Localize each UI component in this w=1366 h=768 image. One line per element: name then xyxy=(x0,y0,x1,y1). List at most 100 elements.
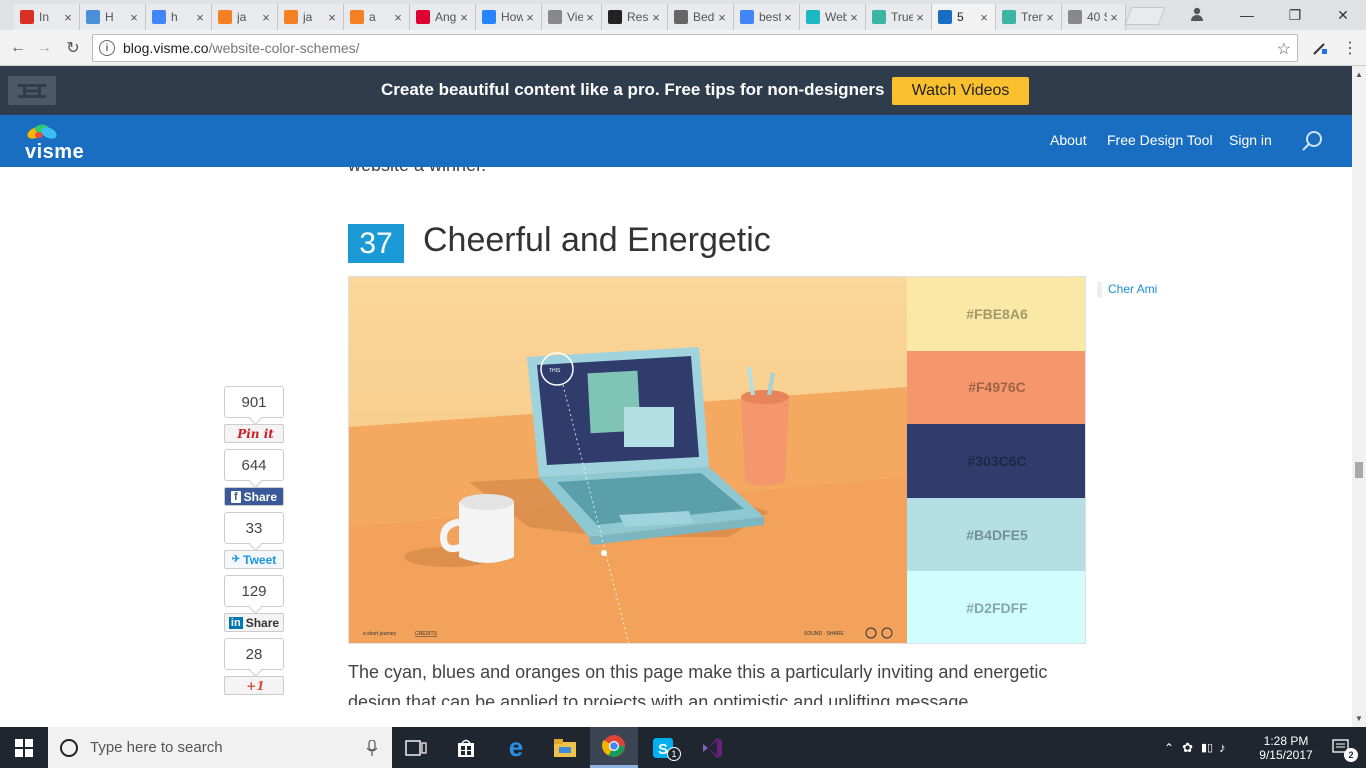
share-button[interactable]: in Share xyxy=(224,613,284,632)
tab-strip: — ❐ ✕ In×H×h×ja×ja×a×Angu×How×View×Resp×… xyxy=(0,0,1366,30)
source-credit-link[interactable]: Cher Ami xyxy=(1097,282,1157,298)
scroll-up-icon[interactable]: ▲ xyxy=(1355,70,1363,79)
task-view-icon[interactable] xyxy=(392,727,440,768)
scroll-thumb[interactable] xyxy=(1355,462,1363,478)
page-scrollbar[interactable]: ▲ ▼ xyxy=(1352,66,1366,727)
watch-videos-button[interactable]: Watch Videos xyxy=(892,77,1029,105)
restore-icon[interactable]: ❐ xyxy=(1272,0,1318,30)
browser-tab[interactable]: ja × xyxy=(278,4,344,30)
tray-chevron-up-icon[interactable]: ⌃ xyxy=(1164,741,1174,755)
tab-close-icon[interactable]: × xyxy=(649,10,663,25)
color-swatch: #FBE8A6 xyxy=(907,277,1085,351)
windows-start-icon[interactable] xyxy=(0,727,48,768)
stackoverflow-icon xyxy=(284,10,298,24)
tab-close-icon[interactable]: × xyxy=(127,10,141,25)
stackoverflow-icon xyxy=(350,10,364,24)
scene-credits-link[interactable]: CREDITS xyxy=(415,631,438,637)
promo-text: Create beautiful content like a pro. Fre… xyxy=(381,80,885,99)
new-tab-button[interactable] xyxy=(1124,7,1166,25)
browser-tab[interactable]: best × xyxy=(734,4,800,30)
tab-close-icon[interactable]: × xyxy=(391,10,405,25)
volume-icon[interactable]: ♪ xyxy=(1219,740,1226,755)
share-sidebar: 901 Pin it 644 f Share 33 ✈ Tweet 129 in Share 28 +1 xyxy=(224,386,284,701)
file-explorer-icon[interactable] xyxy=(541,727,589,768)
share-count: 644 xyxy=(224,449,284,481)
microphone-icon[interactable] xyxy=(366,740,378,756)
back-icon[interactable]: ← xyxy=(6,36,30,60)
browser-tab[interactable]: h × xyxy=(146,4,212,30)
linkedin-icon: in xyxy=(228,616,243,629)
tab-close-icon[interactable]: × xyxy=(259,10,273,25)
notification-center-icon[interactable]: 2 xyxy=(1318,727,1366,768)
search-icon[interactable] xyxy=(1300,129,1324,153)
notification-count: 2 xyxy=(1344,748,1358,762)
nav-sign-in[interactable]: Sign in xyxy=(1229,132,1272,148)
visual-studio-icon[interactable] xyxy=(688,727,736,768)
tab-close-icon[interactable]: × xyxy=(457,10,471,25)
c-icon xyxy=(806,10,820,24)
tab-close-icon[interactable]: × xyxy=(977,10,991,25)
browser-tab[interactable]: 5 × xyxy=(932,4,996,30)
stackoverflow-icon xyxy=(218,10,232,24)
edge-icon[interactable]: e xyxy=(492,727,540,768)
browser-tab[interactable]: True × xyxy=(866,4,932,30)
tab-close-icon[interactable]: × xyxy=(325,10,339,25)
tab-label: H xyxy=(105,10,114,24)
share-button[interactable]: Pin it xyxy=(224,424,284,443)
browser-tab[interactable]: View× xyxy=(542,4,602,30)
browser-tab[interactable]: Angu× xyxy=(410,4,476,30)
promo-logo-icon[interactable] xyxy=(8,76,56,105)
tab-label: How xyxy=(501,10,523,24)
tab-close-icon[interactable]: × xyxy=(61,10,75,25)
info-icon[interactable]: i xyxy=(99,40,115,56)
chrome-taskbar-icon[interactable] xyxy=(590,727,638,768)
nav-about[interactable]: About xyxy=(1050,132,1087,148)
tab-close-icon[interactable]: × xyxy=(583,10,597,25)
share-button[interactable]: ✈ Tweet xyxy=(224,550,284,569)
share-button-label: Share xyxy=(243,489,278,504)
browser-tab[interactable]: In × xyxy=(14,4,80,30)
clock[interactable]: 1:28 PM 9/15/2017 xyxy=(1256,727,1316,768)
browser-tab[interactable]: Web× xyxy=(800,4,866,30)
tab-label: 40 St xyxy=(1087,10,1107,24)
bookmark-star-icon[interactable]: ☆ xyxy=(1277,39,1291,59)
github-icon xyxy=(608,10,622,24)
close-window-icon[interactable]: ✕ xyxy=(1320,0,1366,30)
tab-close-icon[interactable]: × xyxy=(1043,10,1057,25)
browser-tab[interactable]: Resp× xyxy=(602,4,668,30)
browser-tab[interactable]: H × xyxy=(80,4,146,30)
wifi-icon[interactable]: ✿ xyxy=(1182,740,1193,756)
tab-close-icon[interactable]: × xyxy=(193,10,207,25)
tab-close-icon[interactable]: × xyxy=(913,10,927,25)
menu-icon[interactable]: ⋮ xyxy=(1338,36,1362,60)
minimize-icon[interactable]: — xyxy=(1224,0,1270,30)
scroll-down-icon[interactable]: ▼ xyxy=(1355,714,1363,723)
tab-close-icon[interactable]: × xyxy=(1107,10,1121,25)
profile-icon[interactable] xyxy=(1186,5,1208,23)
store-icon[interactable] xyxy=(442,727,490,768)
atlassian-icon xyxy=(482,10,496,24)
share-button[interactable]: f Share xyxy=(224,487,284,506)
browser-tab[interactable]: Trenc× xyxy=(996,4,1062,30)
tab-close-icon[interactable]: × xyxy=(781,10,795,25)
browser-tab[interactable]: Bedf× xyxy=(668,4,734,30)
taskbar-search-box[interactable]: Type here to search xyxy=(48,727,392,768)
forward-icon[interactable]: → xyxy=(32,36,56,60)
tab-close-icon[interactable]: × xyxy=(715,10,729,25)
browser-tab[interactable]: a × xyxy=(344,4,410,30)
url-path: /website-color-schemes/ xyxy=(208,40,360,56)
nav-free-design-tool[interactable]: Free Design Tool xyxy=(1107,132,1213,148)
tab-close-icon[interactable]: × xyxy=(847,10,861,25)
reload-icon[interactable]: ↻ xyxy=(61,36,85,60)
address-bar[interactable]: i blog.visme.co/website-color-schemes/ ☆ xyxy=(92,34,1298,62)
tab-close-icon[interactable]: × xyxy=(523,10,537,25)
share-button[interactable]: +1 xyxy=(224,676,284,695)
browser-tab[interactable]: How × xyxy=(476,4,542,30)
battery-icon[interactable]: ▮▯ xyxy=(1201,741,1213,754)
desk-scene-illustration: THIS a short journey CREDITS SOUND · SHA… xyxy=(349,277,907,643)
share-button-label: Share xyxy=(245,615,280,630)
browser-tab[interactable]: 40 St× xyxy=(1062,4,1126,30)
browser-tab[interactable]: ja × xyxy=(212,4,278,30)
extension-icon[interactable] xyxy=(1308,36,1332,60)
skype-icon[interactable]: S 1 xyxy=(639,727,687,768)
